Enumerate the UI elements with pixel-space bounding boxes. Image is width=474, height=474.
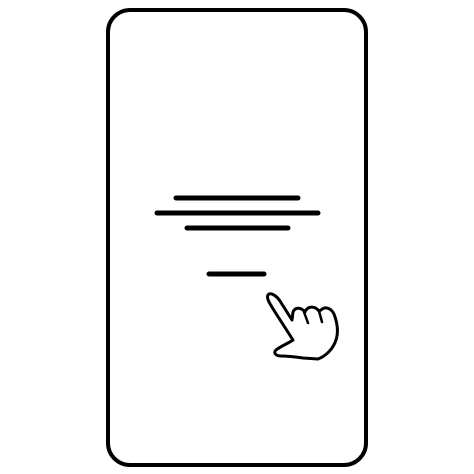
phone-icon: [106, 8, 368, 467]
illustration: [0, 0, 474, 474]
phone-illustration: [106, 8, 368, 467]
